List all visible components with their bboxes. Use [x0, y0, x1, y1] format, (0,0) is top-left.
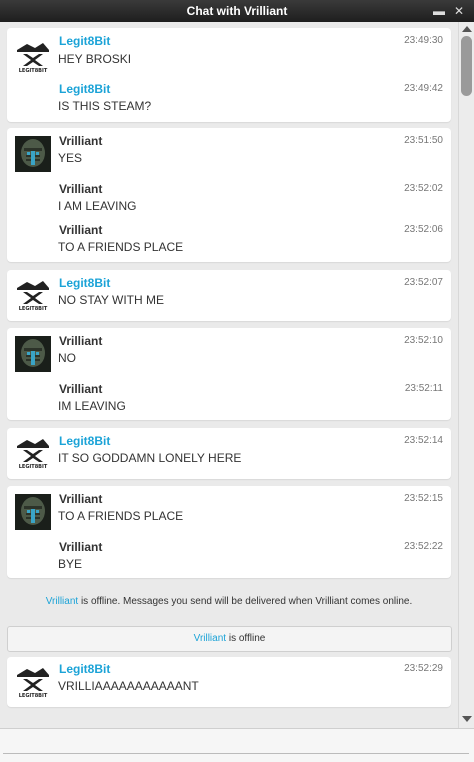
dead-space-helmet-icon [15, 136, 51, 172]
sender-name[interactable]: Vrilliant [59, 134, 102, 148]
legit8bit-avatar[interactable]: LEGIT8BIT [15, 38, 51, 74]
dead-space-helmet-icon [15, 494, 51, 530]
legit8bit-logo-icon: LEGIT8BIT [15, 434, 51, 470]
message-group: LEGIT8BIT Legit8Bit 23:52:29 VRILLIAAAAA… [7, 657, 451, 707]
legit8bit-avatar[interactable]: LEGIT8BIT [15, 276, 51, 312]
timestamp: 23:52:11 [404, 383, 443, 394]
scroll-thumb[interactable] [461, 36, 472, 96]
window-title: Chat with Vrilliant [186, 4, 288, 18]
timestamp: 23:49:30 [404, 35, 443, 46]
sender-name[interactable]: Vrilliant [59, 334, 102, 348]
sender-name[interactable]: Vrilliant [59, 492, 102, 506]
sender-name[interactable]: Legit8Bit [59, 34, 110, 48]
avatar-text: LEGIT8BIT [19, 306, 48, 312]
sender-name[interactable]: Vrilliant [59, 223, 102, 237]
message-text: NO STAY WITH ME [58, 293, 165, 307]
sender-name[interactable]: Legit8Bit [59, 82, 110, 96]
timestamp: 23:52:14 [404, 435, 443, 446]
vrilliant-avatar[interactable] [15, 336, 51, 372]
message-text: NO [58, 351, 76, 365]
timestamp: 23:52:06 [404, 224, 443, 235]
minimize-icon[interactable]: ▬ [433, 4, 445, 18]
message-text: YES [58, 151, 83, 165]
message-group: Vrilliant 23:52:15 TO A FRIENDS PLACE Vr… [7, 486, 451, 578]
message-group: Vrilliant 23:52:10 NO Vrilliant 23:52:11… [7, 328, 451, 420]
message-text: I AM LEAVING [58, 199, 137, 213]
timestamp: 23:49:42 [404, 83, 443, 94]
sender-name[interactable]: Vrilliant [59, 182, 102, 196]
message-text: BYE [58, 557, 83, 571]
vrilliant-avatar[interactable] [15, 136, 51, 172]
legit8bit-logo-icon: LEGIT8BIT [15, 663, 51, 699]
title-bar: Chat with Vrilliant ▬ ✕ [0, 0, 474, 22]
message-text: TO A FRIENDS PLACE [58, 509, 184, 523]
offline-status-box: Vrilliant is offline [7, 626, 452, 652]
message-text: TO A FRIENDS PLACE [58, 240, 184, 254]
timestamp: 23:51:50 [404, 135, 443, 146]
offline-status-name[interactable]: Vrilliant [194, 633, 226, 644]
avatar-text: LEGIT8BIT [19, 68, 48, 74]
sender-name[interactable]: Vrilliant [59, 382, 102, 396]
input-divider [3, 753, 469, 754]
chat-history: LEGIT8BIT Legit8Bit 23:49:30 HEY BROSKI … [0, 22, 458, 728]
message-input-area[interactable] [0, 728, 474, 762]
message-text: HEY BROSKI [58, 52, 132, 66]
sender-name[interactable]: Legit8Bit [59, 434, 110, 448]
avatar-text: LEGIT8BIT [19, 693, 48, 699]
timestamp: 23:52:07 [404, 277, 443, 288]
message-group: LEGIT8BIT Legit8Bit 23:52:07 NO STAY WIT… [7, 270, 451, 321]
legit8bit-avatar[interactable]: LEGIT8BIT [15, 663, 51, 699]
message-text: VRILLIAAAAAAAAAAANT [58, 679, 199, 693]
chat-scrollbar[interactable] [458, 22, 474, 728]
legit8bit-avatar[interactable]: LEGIT8BIT [15, 434, 51, 470]
timestamp: 23:52:10 [404, 335, 443, 346]
vrilliant-avatar[interactable] [15, 494, 51, 530]
timestamp: 23:52:22 [404, 541, 443, 552]
message-group: Vrilliant 23:51:50 YES Vrilliant 23:52:0… [7, 128, 451, 262]
close-icon[interactable]: ✕ [454, 4, 464, 18]
message-text: IT SO GODDAMN LONELY HERE [58, 451, 242, 465]
scroll-up-icon[interactable] [462, 26, 472, 32]
offline-notice-text: is offline. Messages you send will be de… [78, 596, 413, 607]
timestamp: 23:52:15 [404, 493, 443, 504]
sender-name[interactable]: Vrilliant [59, 540, 102, 554]
offline-notice-name[interactable]: Vrilliant [46, 596, 78, 607]
offline-status-text: is offline [226, 633, 266, 644]
offline-notice: Vrilliant is offline. Messages you send … [0, 596, 458, 607]
dead-space-helmet-icon [15, 336, 51, 372]
timestamp: 23:52:02 [404, 183, 443, 194]
sender-name[interactable]: Legit8Bit [59, 276, 110, 290]
scroll-down-icon[interactable] [462, 716, 472, 722]
legit8bit-logo-icon: LEGIT8BIT [15, 38, 51, 74]
legit8bit-logo-icon: LEGIT8BIT [15, 276, 51, 312]
message-group: LEGIT8BIT Legit8Bit 23:49:30 HEY BROSKI … [7, 28, 451, 122]
message-group: LEGIT8BIT Legit8Bit 23:52:14 IT SO GODDA… [7, 428, 451, 479]
timestamp: 23:52:29 [404, 663, 443, 674]
sender-name[interactable]: Legit8Bit [59, 662, 110, 676]
message-text: IS THIS STEAM? [58, 99, 152, 113]
message-text: IM LEAVING [58, 399, 126, 413]
avatar-text: LEGIT8BIT [19, 464, 48, 470]
